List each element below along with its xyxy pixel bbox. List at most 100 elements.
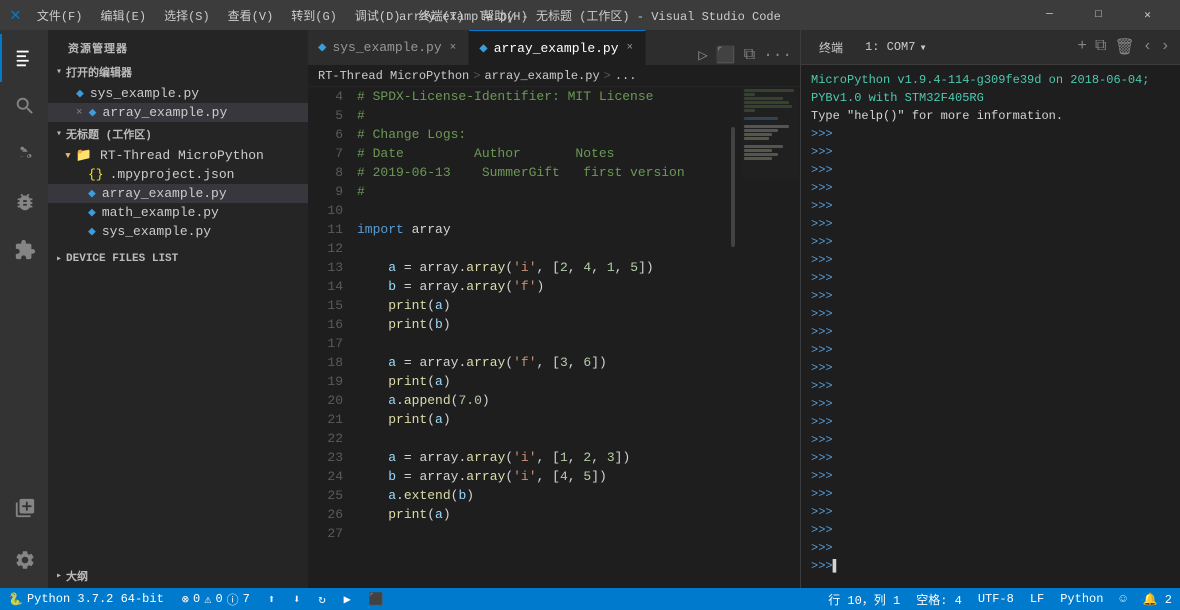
- status-notifications[interactable]: 🔔 2: [1135, 588, 1180, 610]
- status-spaces[interactable]: 空格: 4: [908, 588, 970, 610]
- breadcrumb-symbol[interactable]: ...: [615, 69, 637, 83]
- warning-count: 0: [215, 592, 222, 606]
- workspace-folder[interactable]: ▾ 📁 RT-Thread MicroPython: [48, 146, 308, 165]
- file-close-icon[interactable]: ×: [76, 107, 83, 119]
- status-upload-icon[interactable]: ⬆: [260, 588, 283, 610]
- outline-section[interactable]: ▸ 大纲: [48, 564, 308, 588]
- menu-edit[interactable]: 编辑(E): [92, 5, 154, 26]
- editor-scrollbar[interactable]: [726, 87, 740, 588]
- term-prompt-14: >>>: [811, 359, 1170, 377]
- status-errors[interactable]: ⊗ 0 ⚠ 0 ⓘ 7: [174, 588, 258, 610]
- window-controls: ─ □ ✕: [1027, 0, 1170, 30]
- file-mpyproject[interactable]: {} .mpyproject.json: [48, 165, 308, 184]
- menu-file[interactable]: 文件(F): [29, 5, 91, 26]
- open-file-array[interactable]: × ◆ array_example.py: [48, 103, 308, 122]
- breadcrumb-file[interactable]: array_example.py: [484, 69, 599, 83]
- close-button[interactable]: ✕: [1125, 0, 1170, 30]
- py-file-icon3: ◆: [88, 224, 96, 239]
- code-line-22: [357, 429, 726, 448]
- open-file-sys[interactable]: ◆ sys_example.py: [48, 84, 308, 103]
- code-line-26: print(a): [357, 505, 726, 524]
- workspace-label: 无标题 (工作区): [66, 126, 152, 142]
- activity-source-control[interactable]: [0, 130, 48, 178]
- tab-sys-close[interactable]: ×: [448, 41, 459, 55]
- terminal-split-icon[interactable]: ⧉: [1095, 37, 1106, 57]
- download-icon[interactable]: ⬛: [716, 45, 736, 65]
- activity-settings[interactable]: [0, 536, 48, 584]
- activity-explorer[interactable]: [0, 34, 48, 82]
- split-icon[interactable]: ⧉: [744, 46, 755, 64]
- activity-debug[interactable]: [0, 178, 48, 226]
- tab-array-icon: ◆: [479, 40, 487, 57]
- breadcrumb-sep1: >: [473, 69, 480, 83]
- code-line-14: b = array.array('f'): [357, 277, 726, 296]
- file-sys-example[interactable]: ◆ sys_example.py: [48, 222, 308, 241]
- term-prompt-2: >>>: [811, 143, 1170, 161]
- menu-view[interactable]: 查看(V): [220, 5, 282, 26]
- menu-select[interactable]: 选择(S): [156, 5, 218, 26]
- code-line-24: b = array.array('i', [4, 5]): [357, 467, 726, 486]
- status-line-ending[interactable]: LF: [1022, 588, 1052, 610]
- scroll-thumb[interactable]: [731, 127, 735, 247]
- workspace-section[interactable]: ▾ 无标题 (工作区): [48, 122, 308, 146]
- status-language[interactable]: Python: [1052, 588, 1111, 610]
- line-num-13: 13: [308, 258, 343, 277]
- file-dot-icon2: ◆: [89, 105, 97, 120]
- file-math-example[interactable]: ◆ math_example.py: [48, 203, 308, 222]
- activity-extensions[interactable]: [0, 226, 48, 274]
- file-array-example[interactable]: ◆ array_example.py: [48, 184, 308, 203]
- terminal-tab-label[interactable]: 终端: [811, 35, 851, 60]
- code-line-8: # 2019-06-13 SummerGift first version: [357, 163, 726, 182]
- editor-area: ◆ sys_example.py × ◆ array_example.py × …: [308, 30, 800, 588]
- tab-array-close[interactable]: ×: [625, 41, 636, 55]
- open-file-array-name: array_example.py: [102, 105, 227, 120]
- status-download-icon[interactable]: ⬇: [285, 588, 308, 610]
- more-icon[interactable]: ···: [763, 46, 792, 64]
- terminal-trash-icon[interactable]: 🗑: [1114, 37, 1134, 57]
- line-num-27: 27: [308, 524, 343, 543]
- line-num-17: 17: [308, 334, 343, 353]
- status-debug-icon[interactable]: ⬛: [361, 588, 392, 610]
- term-prompt-10: >>>: [811, 287, 1170, 305]
- terminal-add-icon[interactable]: +: [1077, 37, 1087, 57]
- terminal-content[interactable]: MicroPython v1.9.4-114-g309fe39d on 2018…: [801, 65, 1180, 588]
- breadcrumb-folder[interactable]: RT-Thread MicroPython: [318, 69, 469, 83]
- terminal-next-icon[interactable]: ›: [1160, 37, 1170, 57]
- code-editor[interactable]: # SPDX-License-Identifier: MIT License #…: [353, 87, 726, 588]
- code-line-20: a.append(7.0): [357, 391, 726, 410]
- code-line-13: a = array.array('i', [2, 4, 1, 5]): [357, 258, 726, 277]
- term-prompt-19: >>>: [811, 449, 1170, 467]
- explorer-header: 资源管理器: [48, 30, 308, 60]
- activity-remote[interactable]: [0, 484, 48, 532]
- terminal-prev-icon[interactable]: ‹: [1143, 37, 1153, 57]
- status-run-icon[interactable]: ▶: [336, 588, 359, 610]
- code-line-5: #: [357, 106, 726, 125]
- port-dropdown-icon: ▾: [919, 40, 926, 55]
- error-icon: ⊗: [182, 592, 189, 607]
- device-files-section[interactable]: ▸ DEVICE FILES LIST: [48, 249, 308, 269]
- activity-search[interactable]: [0, 82, 48, 130]
- minimize-button[interactable]: ─: [1027, 0, 1072, 30]
- code-line-7: # Date Author Notes: [357, 144, 726, 163]
- maximize-button[interactable]: □: [1076, 0, 1121, 30]
- code-line-27: [357, 524, 726, 543]
- tab-actions: ▷ ⬛ ⧉ ···: [690, 45, 800, 65]
- term-prompt-7: >>>: [811, 233, 1170, 251]
- tab-array-example[interactable]: ◆ array_example.py ×: [469, 30, 646, 65]
- status-sync-icon[interactable]: ↻: [310, 588, 333, 610]
- status-python-version[interactable]: 🐍 Python 3.7.2 64-bit: [0, 588, 172, 610]
- code-line-17: [357, 334, 726, 353]
- status-encoding[interactable]: UTF-8: [970, 588, 1022, 610]
- status-feedback[interactable]: ☺: [1111, 588, 1134, 610]
- tab-sys-example[interactable]: ◆ sys_example.py ×: [308, 30, 469, 65]
- status-line-col[interactable]: 行 10，列 1: [820, 588, 908, 610]
- menu-goto[interactable]: 转到(G): [283, 5, 345, 26]
- vscode-icon: ✕: [10, 4, 21, 26]
- terminal-actions: + ⧉ 🗑 ‹ ›: [1077, 37, 1170, 57]
- minimap-content: [742, 89, 798, 179]
- line-num-4: 4: [308, 87, 343, 106]
- line-num-16: 16: [308, 315, 343, 334]
- open-editors-section[interactable]: ▾ 打开的编辑器: [48, 60, 308, 84]
- terminal-port-selector[interactable]: 1: COM7 ▾: [859, 40, 933, 55]
- run-icon[interactable]: ▷: [698, 45, 708, 65]
